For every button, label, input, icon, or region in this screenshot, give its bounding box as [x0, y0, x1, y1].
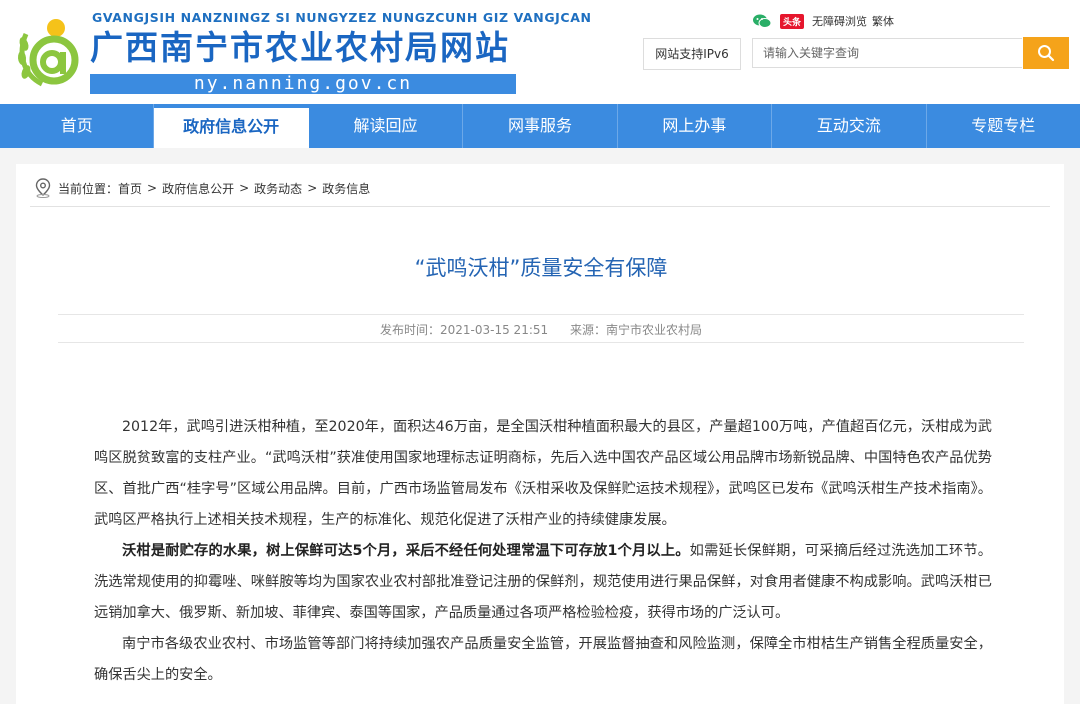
search-icon [1038, 45, 1055, 62]
article-paragraph: 南宁市各级农业农村、市场监管等部门将持续加强农产品质量安全监管，开展监督抽查和风… [94, 636, 992, 683]
article-source: 来源：南宁市农业农村局 [569, 323, 702, 337]
breadcrumb-gov-news[interactable]: 政务信息 [322, 180, 370, 197]
meta-divider-bottom [58, 342, 1024, 343]
breadcrumb-separator: > [147, 181, 158, 195]
nav-item-services[interactable]: 网事服务 [463, 104, 618, 148]
nav-item-online-affairs[interactable]: 网上办事 [618, 104, 773, 148]
article-paragraph: 2012年，武鸣引进沃柑种植，至2020年，面积达46万亩，是全国沃柑种植面积最… [94, 419, 992, 528]
breadcrumb-prefix: 当前位置： [58, 181, 119, 196]
site-pinyin-title: GVANGJSIH NANZNINGZ SI NUNGYZEZ NUNGZCUN… [92, 10, 592, 25]
article-paragraph: 沃柑是耐贮存的水果，树上保鲜可达5个月，采后不经任何处理常温下可存放1个月以上。… [94, 536, 992, 629]
breadcrumb-separator: > [239, 181, 250, 195]
weibo-toutiao-badge[interactable]: 头条 [780, 13, 805, 29]
location-pin-icon [35, 178, 51, 198]
article-paragraph-emphasis: 沃柑是耐贮存的水果，树上保鲜可达5个月，采后不经任何处理常温下可存放1个月以上。 [122, 543, 690, 559]
publish-time: 发布时间：2021-03-15 21:51 [380, 323, 549, 337]
nav-item-special-topics[interactable]: 专题专栏 [927, 104, 1080, 148]
breadcrumb-divider [30, 206, 1050, 207]
breadcrumb-separator: > [307, 181, 318, 195]
article-body: 2012年，武鸣引进沃柑种植，至2020年，面积达46万亩，是全国沃柑种植面积最… [94, 412, 992, 691]
accessible-browse-link[interactable]: 无障碍浏览 [812, 13, 867, 29]
site-domain: ny.nanning.gov.cn [90, 74, 516, 94]
article-title: “武鸣沃柑”质量安全有保障 [414, 256, 668, 280]
breadcrumb-gov-info[interactable]: 政府信息公开 [162, 180, 234, 197]
breadcrumb-home[interactable]: 首页 [118, 180, 142, 197]
search-button[interactable] [1023, 37, 1069, 69]
breadcrumb-gov-dynamics[interactable]: 政务动态 [254, 180, 302, 197]
wechat-icon[interactable] [752, 13, 772, 29]
article-meta: 发布时间：2021-03-15 21:51 来源：南宁市农业农村局 [58, 321, 1024, 338]
search-input[interactable] [752, 38, 1022, 68]
header-tools: 头条 无障碍浏览 繁体 [752, 12, 899, 30]
main-nav: 首页 政府信息公开 解读回应 网事服务 网上办事 互动交流 专题专栏 [0, 104, 1080, 148]
site-logo-icon[interactable] [16, 14, 84, 90]
site-header: GVANGJSIH NANZNINGZ SI NUNGYZEZ NUNGZCUN… [0, 0, 1080, 104]
ipv6-badge: 网站支持IPv6 [643, 38, 741, 70]
nav-item-home[interactable]: 首页 [0, 104, 155, 148]
nav-item-gov-info[interactable]: 政府信息公开 [154, 108, 309, 148]
site-title[interactable]: 广西南宁市农业农村局网站 [90, 28, 510, 68]
breadcrumb: 当前位置： 首页 > 政府信息公开 > 政务动态 > 政务信息 [34, 177, 370, 199]
traditional-chinese-link[interactable]: 繁体 [872, 13, 894, 29]
nav-item-interaction[interactable]: 互动交流 [772, 104, 927, 148]
nav-item-interpretation[interactable]: 解读回应 [309, 104, 464, 148]
meta-divider-top [58, 314, 1024, 315]
